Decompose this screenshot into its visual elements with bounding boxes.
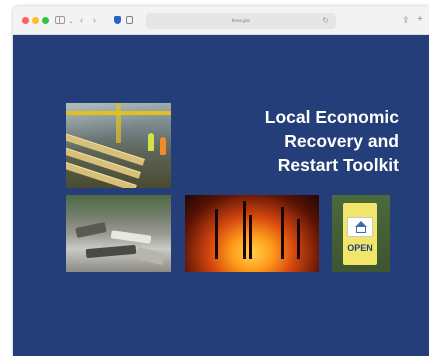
- title-line-1: Local Economic: [264, 107, 399, 127]
- page-title: Local Economic Recovery and Restart Tool…: [213, 105, 399, 177]
- sign-panel: [347, 217, 373, 237]
- flood-debris-photo: [66, 195, 171, 272]
- browser-window: ⌄ ‹ › fema.gov ↻ ⇪ + Local Economic Reco…: [13, 6, 429, 356]
- address-bar[interactable]: fema.gov ↻: [146, 13, 336, 29]
- browser-toolbar: ⌄ ‹ › fema.gov ↻ ⇪ +: [13, 6, 429, 35]
- window-minimize-button[interactable]: [32, 17, 39, 24]
- tab-overview-icon[interactable]: [126, 16, 133, 24]
- window-maximize-button[interactable]: [42, 17, 49, 24]
- address-text: fema.gov: [231, 18, 251, 23]
- chevron-down-icon[interactable]: ⌄: [68, 16, 74, 28]
- share-icon[interactable]: ⇪: [402, 14, 410, 26]
- window-close-button[interactable]: [22, 17, 29, 24]
- privacy-shield-icon[interactable]: [114, 16, 121, 24]
- lumber-mill-workers-photo: [66, 103, 171, 188]
- reload-icon[interactable]: ↻: [322, 15, 329, 27]
- open-sign-text: OPEN: [347, 243, 373, 253]
- title-line-2: Recovery and: [284, 131, 399, 151]
- house-body-shape: [356, 227, 366, 233]
- page-content: Local Economic Recovery and Restart Tool…: [13, 35, 429, 356]
- forward-button[interactable]: ›: [93, 14, 96, 26]
- back-button[interactable]: ‹: [80, 14, 83, 26]
- wildfire-photo: [185, 195, 319, 272]
- new-tab-plus-icon[interactable]: +: [417, 14, 423, 26]
- sidebar-toggle-icon[interactable]: [55, 16, 65, 24]
- open-sign-photo: OPEN: [332, 195, 390, 272]
- title-line-3: Restart Toolkit: [277, 155, 399, 175]
- open-sign: OPEN: [343, 203, 377, 265]
